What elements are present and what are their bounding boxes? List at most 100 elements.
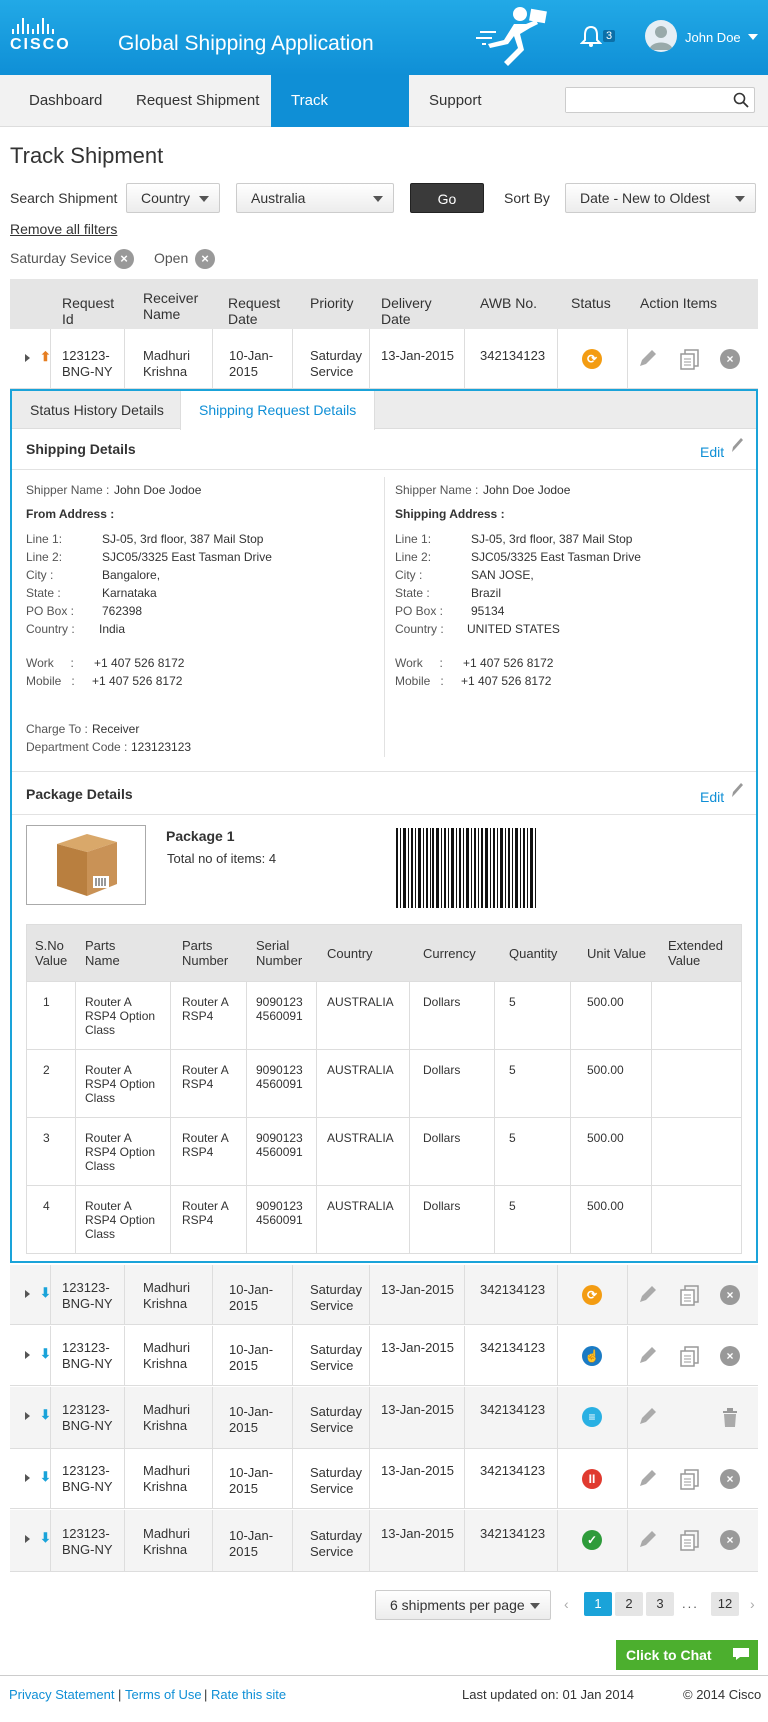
request-id[interactable]: 123123-BNG-NY: [62, 1526, 124, 1558]
parts-currency: Dollars: [423, 1131, 461, 1145]
cell: [571, 1118, 652, 1185]
privacy-statement-link[interactable]: Privacy Statement: [9, 1687, 115, 1702]
cancel-close-icon[interactable]: ×: [720, 1530, 740, 1550]
table-row[interactable]: ⬇ 123123-BNG-NY Madhuri Krishna 10-Jan-2…: [10, 1449, 758, 1509]
request-id[interactable]: 123123-BNG-NY: [62, 1463, 124, 1495]
request-id[interactable]: 123123-BNG-NY: [62, 1340, 124, 1372]
table-row[interactable]: ⬇ 123123-BNG-NY Madhuri Krishna 10-Jan-2…: [10, 1265, 758, 1325]
edit-pencil-icon[interactable]: [636, 1406, 658, 1428]
in-progress-icon[interactable]: ⟳: [582, 1285, 602, 1305]
page-12[interactable]: 12: [711, 1592, 739, 1616]
po-box-label: PO Box :: [26, 604, 75, 618]
next-page-icon[interactable]: ›: [750, 1596, 755, 1612]
parts-quantity: 5: [509, 1063, 516, 1077]
per-page-dropdown[interactable]: 6 shipments per page: [375, 1590, 551, 1620]
close-icon[interactable]: ×: [195, 249, 215, 269]
table-row[interactable]: ⬇ 123123-BNG-NY Madhuri Krishna 10-Jan-2…: [10, 1387, 758, 1449]
click-to-chat-button[interactable]: Click to Chat: [616, 1640, 758, 1670]
pointer-icon[interactable]: ☝: [582, 1346, 602, 1366]
chevron-down-icon[interactable]: [748, 34, 758, 40]
edit-pencil-icon[interactable]: [730, 782, 744, 798]
receiver-name: Madhuri Krishna: [143, 1526, 190, 1557]
pause-icon[interactable]: II: [582, 1469, 602, 1489]
app-title: Global Shipping Application: [118, 32, 374, 55]
copy-document-icon[interactable]: [679, 1468, 701, 1490]
copy-document-icon[interactable]: [679, 1529, 701, 1551]
column-header[interactable]: Delivery Date: [381, 295, 441, 327]
expand-caret-icon[interactable]: [25, 1290, 30, 1298]
search-input[interactable]: [566, 88, 726, 112]
expand-caret-icon[interactable]: [25, 1474, 30, 1482]
trash-icon[interactable]: [719, 1406, 741, 1428]
edit-pencil-icon[interactable]: [636, 1345, 658, 1367]
user-name[interactable]: John Doe: [685, 30, 741, 45]
country-filter-dropdown[interactable]: Country: [126, 183, 220, 213]
expand-caret-icon[interactable]: [25, 1412, 30, 1420]
parts-number: Router A RSP4: [182, 995, 229, 1023]
check-icon[interactable]: ✓: [582, 1530, 602, 1550]
table-row[interactable]: ⬇ 123123-BNG-NY Madhuri Krishna 10-Jan-2…: [10, 1326, 758, 1386]
cell: [27, 1050, 76, 1117]
cancel-close-icon[interactable]: ×: [720, 1346, 740, 1366]
delivery-date: 13-Jan-2015: [381, 1526, 454, 1541]
remove-all-filters-link[interactable]: Remove all filters: [10, 221, 117, 237]
expand-caret-icon[interactable]: [25, 1351, 30, 1359]
edit-pencil-icon[interactable]: [730, 437, 744, 453]
column-header[interactable]: AWB No.: [480, 295, 537, 311]
tab-shipping-request[interactable]: Shipping Request Details: [180, 391, 376, 430]
city-label: City :: [395, 568, 423, 582]
edit-pencil-icon[interactable]: [636, 348, 658, 370]
request-id[interactable]: 123123-BNG-NY: [62, 1280, 124, 1312]
column-header[interactable]: Status: [571, 295, 611, 311]
sort-dropdown[interactable]: Date - New to Oldest: [565, 183, 756, 213]
cisco-logo-text: CISCO: [10, 36, 71, 53]
top-header: CISCO Global Shipping Application 3 John…: [0, 0, 768, 75]
cancel-close-icon[interactable]: ×: [720, 349, 740, 369]
edit-pencil-icon[interactable]: [636, 1529, 658, 1551]
cell: [317, 982, 410, 1049]
go-button[interactable]: Go: [410, 183, 484, 213]
nav-request-shipment[interactable]: Request Shipment: [116, 75, 279, 127]
request-id[interactable]: 123123-BNG-NY: [62, 1402, 124, 1434]
page-1[interactable]: 1: [584, 1592, 612, 1616]
copy-document-icon[interactable]: [679, 1284, 701, 1306]
table-row[interactable]: ⬇ 123123-BNG-NY Madhuri Krishna 10-Jan-2…: [10, 1510, 758, 1572]
terms-of-use-link[interactable]: Terms of Use: [125, 1687, 202, 1702]
rate-this-site-link[interactable]: Rate this site: [211, 1687, 286, 1702]
edit-package-link[interactable]: Edit: [700, 789, 724, 805]
copy-document-icon[interactable]: [679, 348, 701, 370]
nav-dashboard[interactable]: Dashboard: [9, 75, 122, 127]
column-header[interactable]: Receiver Name: [143, 290, 207, 322]
column-header[interactable]: Request Id: [62, 295, 122, 327]
column-header[interactable]: Request Date: [228, 295, 292, 327]
delivery-date: 13-Jan-2015: [381, 348, 454, 363]
country-value: UNITED STATES: [467, 622, 560, 636]
edit-shipping-link[interactable]: Edit: [700, 444, 724, 460]
request-id[interactable]: 123123-BNG-NY: [62, 348, 124, 380]
tab-status-history[interactable]: Status History Details: [12, 391, 182, 429]
chevron-down-icon: [530, 1603, 540, 1609]
edit-pencil-icon[interactable]: [636, 1468, 658, 1490]
cancel-close-icon[interactable]: ×: [720, 1285, 740, 1305]
user-avatar[interactable]: [645, 20, 677, 52]
copy-document-icon[interactable]: [679, 1345, 701, 1367]
column-header[interactable]: Priority: [310, 295, 354, 311]
notification-bell-icon[interactable]: [580, 24, 602, 48]
cisco-logo[interactable]: CISCO: [10, 18, 70, 58]
in-progress-icon[interactable]: ⟳: [582, 349, 602, 369]
country-value: Australia: [251, 190, 306, 206]
close-icon[interactable]: ×: [114, 249, 134, 269]
nav-track-shipment[interactable]: Track Shipment: [271, 75, 409, 161]
page-2[interactable]: 2: [615, 1592, 643, 1616]
page-3[interactable]: 3: [646, 1592, 674, 1616]
edit-pencil-icon[interactable]: [636, 1284, 658, 1306]
table-row[interactable]: ⬆ 123123-BNG-NY Madhuri Krishna 10-Jan-2…: [10, 329, 758, 389]
prev-page-icon[interactable]: ‹: [564, 1596, 569, 1612]
country-value-dropdown[interactable]: Australia: [236, 183, 394, 213]
expand-caret-icon[interactable]: [25, 1535, 30, 1543]
cancel-close-icon[interactable]: ×: [720, 1469, 740, 1489]
document-icon[interactable]: ≡: [582, 1407, 602, 1427]
nav-support[interactable]: Support: [409, 75, 502, 127]
expand-caret-icon[interactable]: [25, 354, 30, 362]
search-icon[interactable]: [733, 92, 749, 108]
